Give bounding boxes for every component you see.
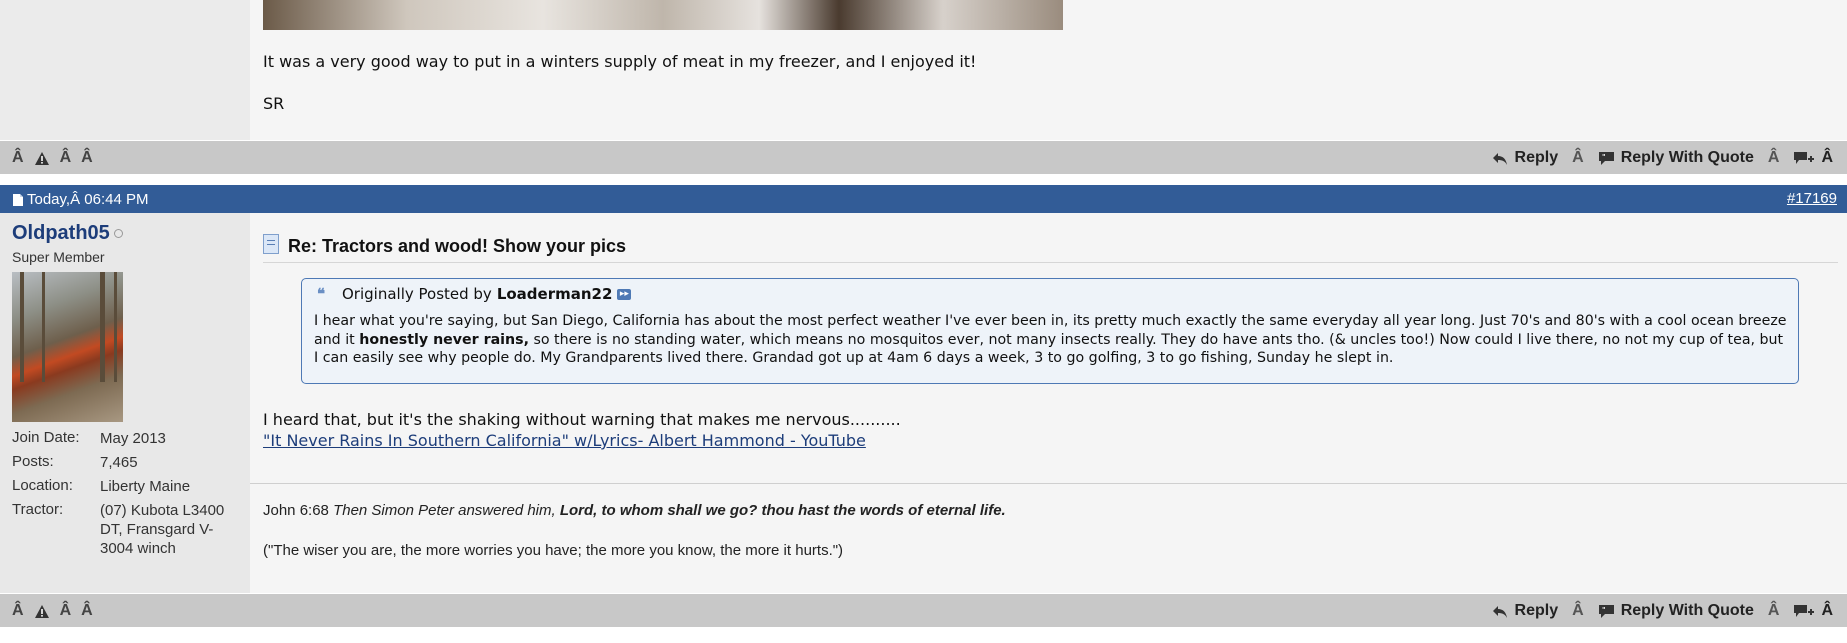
signature-ref: John 6:68 (263, 502, 329, 519)
action-glyph: Â (12, 602, 24, 619)
quote-text-part: so there is no standing water, which mea… (314, 331, 1784, 367)
prev-post-image[interactable] (263, 0, 1063, 30)
reply-label: Reply (1514, 602, 1559, 619)
reply-button[interactable]: Reply (1492, 149, 1559, 167)
post-date-icon (12, 193, 24, 207)
multiquote-icon (1793, 151, 1815, 166)
multiquote-separator: Â (1821, 149, 1833, 166)
multiquote-separator: Â (1821, 602, 1833, 619)
action-glyph: Â (81, 149, 93, 166)
avatar[interactable] (12, 272, 123, 422)
svg-text:": " (1602, 153, 1606, 161)
user-title: Super Member (12, 249, 105, 265)
post-header: Today,Â 06:44 PM #17169 (0, 185, 1847, 213)
action-bar-right: Reply Â " Reply With Quote Â Â (1492, 602, 1833, 620)
signature-line-1: John 6:68 Then Simon Peter answered him,… (263, 502, 1006, 519)
prev-post-userinfo (0, 0, 250, 140)
action-separator: Â (1767, 602, 1780, 619)
post-permalink[interactable]: #17169 (1787, 190, 1837, 207)
username-link[interactable]: Oldpath05 (12, 222, 110, 245)
signature-italic: Then Simon Peter answered him, (333, 502, 556, 519)
post-message: I heard that, but it's the shaking witho… (263, 410, 901, 429)
signature-bold-italic: Lord, to whom shall we go? thou hast the… (559, 502, 1006, 519)
post-title: Re: Tractors and wood! Show your pics (288, 236, 627, 256)
report-icon[interactable] (34, 151, 50, 166)
action-bar-right: Reply Â " Reply With Quote Â Â (1492, 149, 1833, 167)
reply-label: Reply (1514, 149, 1559, 166)
posts-value: 7,465 (100, 454, 138, 471)
post-date-text: Today,Â 06:44 PM (27, 191, 149, 208)
title-divider (263, 262, 1838, 263)
reply-with-quote-label: Reply With Quote (1620, 149, 1754, 166)
join-date-label: Join Date: (12, 429, 80, 446)
quote-icon: ❝ (317, 286, 326, 303)
youtube-link[interactable]: "It Never Rains In Southern California" … (263, 431, 866, 450)
post-title-icon (263, 234, 279, 254)
quote-bubble-icon: " (1598, 151, 1615, 166)
reply-arrow-icon (1492, 151, 1509, 166)
multiquote-button[interactable]: Â (1793, 602, 1833, 620)
reply-button[interactable]: Reply (1492, 602, 1559, 620)
multiquote-button[interactable]: Â (1793, 149, 1833, 167)
location-label: Location: (12, 477, 73, 494)
post-date: Today,Â 06:44 PM (12, 191, 148, 208)
post-action-bar: Â Â Â Reply Â " Reply With Quote Â Â (0, 141, 1847, 174)
svg-text:": " (1602, 606, 1606, 614)
post-content (250, 213, 1847, 593)
reply-with-quote-label: Reply With Quote (1620, 602, 1754, 619)
quote-text: I hear what you're saying, but San Diego… (314, 312, 1789, 368)
posts-label: Posts: (12, 453, 54, 470)
quote-header: Originally Posted by Loaderman22 ▸▸ (342, 285, 632, 303)
tractor-label: Tractor: (12, 501, 64, 518)
action-glyph: Â (59, 149, 72, 166)
quote-prefix: Originally Posted by (342, 285, 492, 303)
action-bar-left: Â Â Â (12, 149, 93, 167)
multiquote-icon (1793, 604, 1815, 619)
action-glyph: Â (59, 602, 72, 619)
join-date-value: May 2013 (100, 430, 166, 447)
action-bar-left: Â Â Â (12, 602, 93, 620)
action-separator: Â (1572, 602, 1584, 619)
signature-divider (250, 483, 1847, 484)
action-glyph: Â (12, 149, 24, 166)
tractor-value: (07) Kubota L3400 DT, Fransgard V-3004 w… (100, 502, 225, 557)
quote-text-bold: honestly never rains, (359, 331, 529, 348)
reply-arrow-icon (1492, 604, 1509, 619)
action-separator: Â (1767, 149, 1780, 166)
quote-author: Loaderman22 (496, 285, 613, 303)
prev-post-signoff: SR (263, 94, 285, 113)
quote-bubble-icon: " (1598, 604, 1615, 619)
reply-with-quote-button[interactable]: " Reply With Quote (1598, 149, 1754, 167)
prev-post-text: It was a very good way to put in a winte… (263, 52, 977, 71)
report-icon[interactable] (34, 604, 50, 619)
signature-line-2: ("The wiser you are, the more worries yo… (263, 542, 844, 559)
location-value: Liberty Maine (100, 478, 191, 495)
post-action-bar: Â Â Â Reply Â " Reply With Quote Â Â (0, 594, 1847, 627)
action-separator: Â (1572, 149, 1584, 166)
offline-status-icon (114, 229, 123, 238)
action-glyph: Â (81, 602, 93, 619)
reply-with-quote-button[interactable]: " Reply With Quote (1598, 602, 1754, 620)
view-post-icon[interactable]: ▸▸ (617, 288, 632, 300)
